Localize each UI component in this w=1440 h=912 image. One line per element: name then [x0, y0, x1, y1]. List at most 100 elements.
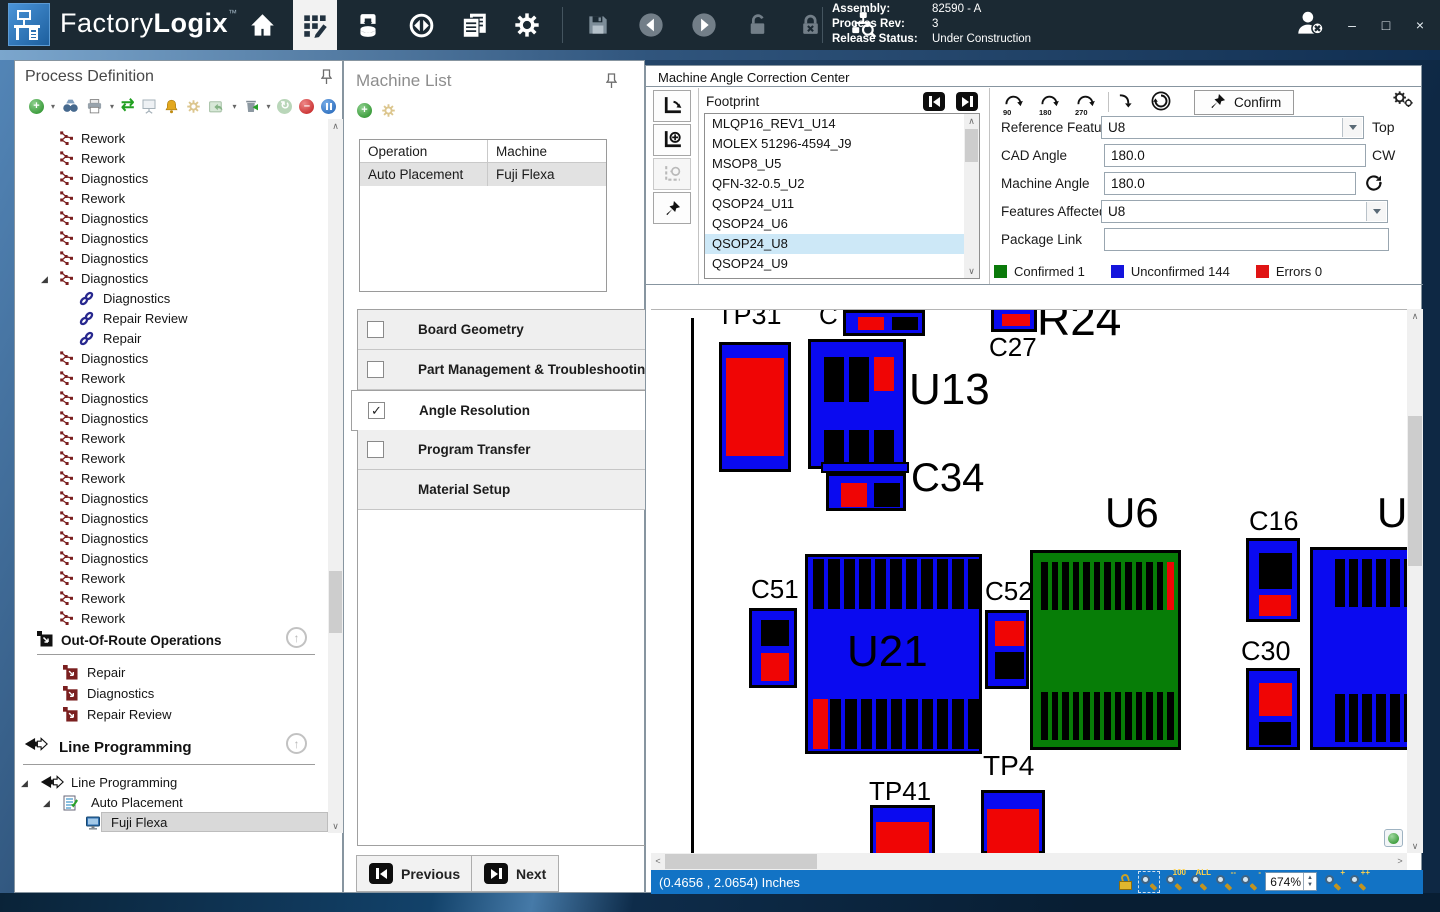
zoom-in-icon[interactable]: +	[1324, 873, 1342, 891]
tree-item[interactable]: Diagnostics	[15, 249, 323, 269]
tree-item[interactable]: Diagnostics	[15, 509, 323, 529]
zoom-all-icon[interactable]: ALL	[1190, 873, 1208, 891]
sync-green-icon[interactable]: ⇄	[121, 98, 134, 114]
machine-table-header[interactable]: Operation Machine	[360, 140, 606, 163]
expander-icon[interactable]: ◢	[41, 274, 48, 285]
step-material-setup[interactable]: Material Setup	[358, 470, 646, 510]
share-icon[interactable]	[208, 98, 225, 115]
pcb-component-c34[interactable]	[826, 473, 906, 511]
expander-icon[interactable]: ◢	[21, 778, 28, 789]
machine-angle-input[interactable]: 180.0	[1104, 172, 1356, 195]
center-feature-button[interactable]	[653, 124, 691, 156]
tree-item[interactable]: Rework	[15, 369, 323, 389]
machine-table-row[interactable]: Auto Placement Fuji Flexa	[360, 163, 606, 186]
tree-scrollbar[interactable]: ∧ ∨	[328, 119, 343, 833]
footprint-item[interactable]: MLQP16_REV1_U14	[705, 114, 979, 134]
zoom-100-icon[interactable]: 100	[1165, 873, 1183, 891]
collapse-up-icon[interactable]: ↑	[286, 627, 307, 648]
find-icon[interactable]	[62, 98, 79, 115]
sync-icon[interactable]	[399, 0, 443, 50]
home-icon[interactable]	[240, 0, 284, 50]
footprint-item[interactable]: QSOP24_U8	[705, 234, 979, 254]
package-link-input[interactable]	[1104, 228, 1389, 251]
add-icon[interactable]: +	[29, 99, 44, 114]
rotate-feature-button[interactable]	[653, 90, 691, 122]
settings-icon[interactable]	[505, 0, 549, 50]
first-footprint-button[interactable]	[923, 92, 945, 112]
step-part-management-troubleshooting[interactable]: Part Management & Troubleshooting	[358, 350, 646, 390]
pcb-component-u6[interactable]	[1030, 550, 1181, 750]
pcb-component-c52[interactable]	[985, 610, 1029, 689]
footprint-item[interactable]: QSOP24_U6	[705, 214, 979, 234]
step-checkbox[interactable]	[367, 441, 384, 458]
dropdown-caret-icon[interactable]: ▾	[51, 102, 55, 111]
chevron-down-icon[interactable]	[1342, 118, 1362, 137]
print-icon[interactable]	[86, 98, 103, 115]
previous-button[interactable]: Previous	[356, 855, 473, 892]
footprint-scrollbar[interactable]: ∧ ∨	[964, 114, 979, 278]
zoom-in-double-icon[interactable]: ++	[1349, 873, 1367, 891]
stop-icon[interactable]: –	[299, 99, 314, 114]
rotate-270-icon[interactable]: 270	[1074, 92, 1098, 114]
footprint-item[interactable]: MSOP8_U5	[705, 154, 979, 174]
zoom-select-icon[interactable]	[1140, 873, 1158, 891]
tree-item[interactable]: Rework	[15, 189, 323, 209]
maximize-button[interactable]: □	[1376, 17, 1396, 33]
step-angle-resolution[interactable]: ✓Angle Resolution	[351, 390, 646, 431]
pcb-component-c-top[interactable]	[843, 310, 925, 336]
dropdown-caret-icon[interactable]: ▾	[232, 102, 236, 111]
expander-icon[interactable]: ◢	[43, 798, 50, 809]
settings-pale-icon[interactable]	[381, 103, 396, 118]
zoom-spinner-arrows[interactable]: ▲▼	[1303, 873, 1316, 890]
column-operation[interactable]: Operation	[360, 144, 487, 159]
line-programming-item[interactable]: ◢Auto Placement	[15, 793, 323, 813]
features-affected-select[interactable]: U8	[1101, 200, 1388, 223]
viewer-refresh-button[interactable]	[1384, 829, 1403, 847]
dropdown-caret-icon[interactable]: ▾	[266, 102, 270, 111]
dropdown-caret-icon[interactable]: ▾	[110, 102, 114, 111]
tree-item[interactable]: Diagnostics	[15, 409, 323, 429]
user-logout-icon[interactable]	[1294, 9, 1326, 42]
pin-icon[interactable]	[321, 69, 332, 90]
out-of-route-item[interactable]: Repair	[15, 663, 323, 683]
pin-icon[interactable]	[606, 73, 617, 94]
pcb-component-c27[interactable]	[991, 309, 1037, 332]
pcb-component-c51[interactable]	[749, 608, 797, 688]
delete-icon[interactable]	[243, 98, 259, 114]
tree-item[interactable]: Diagnostics	[15, 169, 323, 189]
tree-item[interactable]: Rework	[15, 449, 323, 469]
line-programming-item[interactable]: Fuji Flexa	[15, 813, 323, 833]
step-program-transfer[interactable]: Program Transfer	[358, 430, 646, 470]
tree-item[interactable]: Diagnostics	[15, 229, 323, 249]
step-checkbox[interactable]	[367, 361, 384, 378]
tree-item[interactable]: Repair Review	[15, 309, 323, 329]
column-machine[interactable]: Machine	[487, 140, 606, 162]
tree-item[interactable]: Rework	[15, 569, 323, 589]
refresh-angle-icon[interactable]	[1364, 173, 1384, 198]
tree-item[interactable]: Repair	[15, 329, 323, 349]
last-footprint-button[interactable]	[956, 92, 978, 112]
pcb-component-tp31[interactable]	[719, 342, 791, 472]
apply-angle-icon[interactable]	[1118, 93, 1133, 113]
pcb-component-u13[interactable]	[808, 339, 906, 469]
documents-icon[interactable]	[452, 0, 496, 50]
cad-angle-input[interactable]: 180.0	[1104, 144, 1366, 167]
tree-item[interactable]: Rework	[15, 129, 323, 149]
rotate-180-icon[interactable]: 180	[1038, 92, 1062, 114]
settings-pale-icon[interactable]	[186, 99, 201, 114]
tree-item[interactable]: Diagnostics	[15, 349, 323, 369]
zoom-spinner[interactable]: 674%▲▼	[1265, 872, 1317, 891]
viewer-vscrollbar[interactable]: ∧ ∨	[1407, 309, 1423, 853]
pcb-component-tp41[interactable]	[870, 805, 935, 853]
add-icon[interactable]: +	[357, 103, 372, 118]
step-checkbox[interactable]	[367, 321, 384, 338]
alert-icon[interactable]	[164, 99, 179, 114]
tree-item[interactable]: Rework	[15, 589, 323, 609]
zoom-out-icon[interactable]: -	[1240, 873, 1258, 891]
pcb-component-u-right[interactable]	[1310, 547, 1408, 750]
settings-gears-icon[interactable]	[1392, 90, 1414, 113]
refresh-pale-icon[interactable]: ↻	[277, 99, 292, 114]
next-button[interactable]: Next	[471, 855, 559, 892]
minimize-button[interactable]: –	[1342, 17, 1362, 33]
tree-item[interactable]: ◢Diagnostics	[15, 269, 323, 289]
